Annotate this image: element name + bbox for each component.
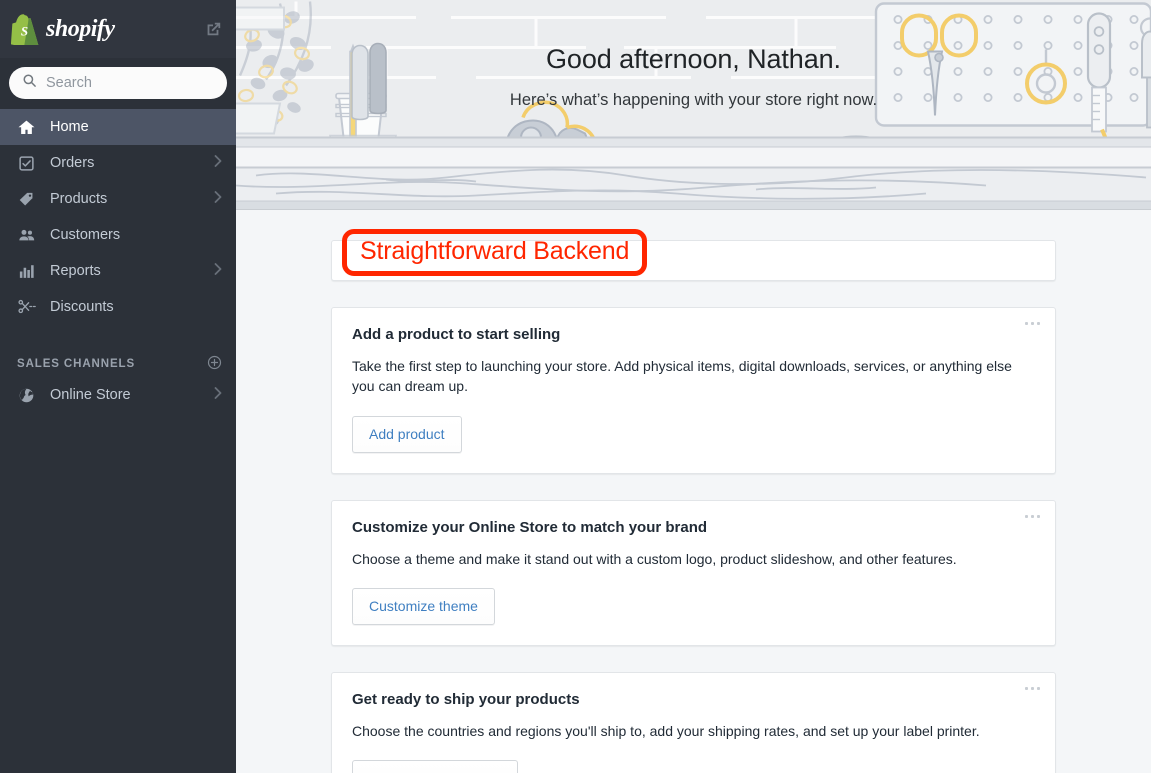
hero-text: Good afternoon, Nathan. Here’s what’s ha… [236, 44, 1151, 110]
sidebar-nav: Home Orders Products Customers Reports D… [0, 107, 236, 413]
scissors-icon [17, 299, 36, 315]
chevron-right-icon [214, 191, 222, 207]
chevron-right-icon [214, 155, 222, 171]
globe-icon [17, 387, 36, 404]
add-product-button[interactable]: Add product [352, 415, 462, 453]
card-title: Customize your Online Store to match you… [352, 518, 708, 536]
setup-card-add-product: Add a product to start selling Take the … [331, 307, 1056, 474]
shopify-admin-window: S shopify Search Home Orders Products Cu… [0, 0, 1151, 773]
sidebar: S shopify Search Home Orders Products Cu… [0, 0, 236, 773]
sidebar-item-label: Home [50, 118, 89, 135]
greeting-subtitle: Here’s what’s happening with your store … [509, 91, 878, 109]
svg-text:S: S [21, 23, 28, 38]
sidebar-brand-bar: S shopify [0, 0, 236, 58]
sidebar-item-orders[interactable]: Orders [0, 145, 236, 181]
ellipsis-icon[interactable] [1021, 683, 1044, 694]
setup-card-shipping: Get ready to ship your products Choose t… [331, 671, 1056, 773]
card-title: Add a product to start selling [352, 326, 561, 343]
home-icon [17, 119, 36, 136]
ellipsis-icon[interactable] [1021, 511, 1044, 522]
chevron-right-icon [214, 263, 222, 279]
customers-icon [17, 227, 36, 244]
annotation-label: Straightforward Backend [360, 237, 630, 265]
setup-card-customize-store: Customize your Online Store to match you… [331, 499, 1056, 646]
sidebar-item-label: Reports [50, 262, 101, 279]
edit-shipping-settings-button[interactable]: Edit shipping settings [352, 760, 519, 773]
main-content: Good afternoon, Nathan. Here’s what’s ha… [236, 0, 1151, 773]
bar-chart-icon [17, 263, 36, 280]
search-input[interactable]: Search [9, 67, 227, 99]
customize-theme-button[interactable]: Customize theme [352, 587, 495, 625]
card-description: Choose the countries and regions you'll … [352, 722, 980, 739]
sidebar-item-home[interactable]: Home [0, 109, 236, 145]
shopify-logo[interactable]: S shopify [11, 13, 204, 45]
sidebar-item-discounts[interactable]: Discounts [0, 289, 236, 325]
sidebar-item-label: Customers [50, 226, 121, 243]
sales-channels-label: SALES CHANNELS [17, 358, 136, 370]
search-icon [22, 73, 37, 93]
orders-icon [17, 155, 36, 172]
card-description: Take the first step to launching your st… [352, 358, 1012, 395]
card-title: Get ready to ship your products [352, 690, 580, 708]
card-description: Choose a theme and make it stand out wit… [352, 550, 957, 567]
tag-icon [17, 191, 36, 208]
sidebar-item-label: Discounts [50, 298, 114, 315]
hero-banner: Good afternoon, Nathan. Here’s what’s ha… [236, 0, 1151, 210]
sidebar-item-label: Orders [50, 154, 95, 171]
sidebar-item-online-store[interactable]: Online Store [0, 377, 236, 413]
shopify-wordmark: shopify [46, 15, 115, 42]
chevron-right-icon [214, 387, 222, 403]
sidebar-item-customers[interactable]: Customers [0, 217, 236, 253]
shopify-bag-icon: S [11, 13, 39, 45]
external-link-icon[interactable] [204, 20, 222, 38]
plus-circle-icon[interactable] [207, 355, 222, 373]
search-placeholder: Search [46, 75, 92, 91]
content-area: Straightforward Backend Add a product to… [236, 210, 1151, 773]
ellipsis-icon[interactable] [1021, 318, 1044, 329]
setup-guide-title-card: Straightforward Backend [331, 229, 1056, 281]
greeting-title: Good afternoon, Nathan. [546, 44, 841, 74]
sidebar-item-reports[interactable]: Reports [0, 253, 236, 289]
sidebar-item-label: Products [50, 190, 108, 207]
sales-channels-heading: SALES CHANNELS [0, 351, 236, 377]
sidebar-item-label: Online Store [50, 386, 131, 403]
sidebar-item-products[interactable]: Products [0, 181, 236, 217]
search-container: Search [0, 58, 236, 107]
annotation-box: Straightforward Backend [342, 229, 648, 276]
